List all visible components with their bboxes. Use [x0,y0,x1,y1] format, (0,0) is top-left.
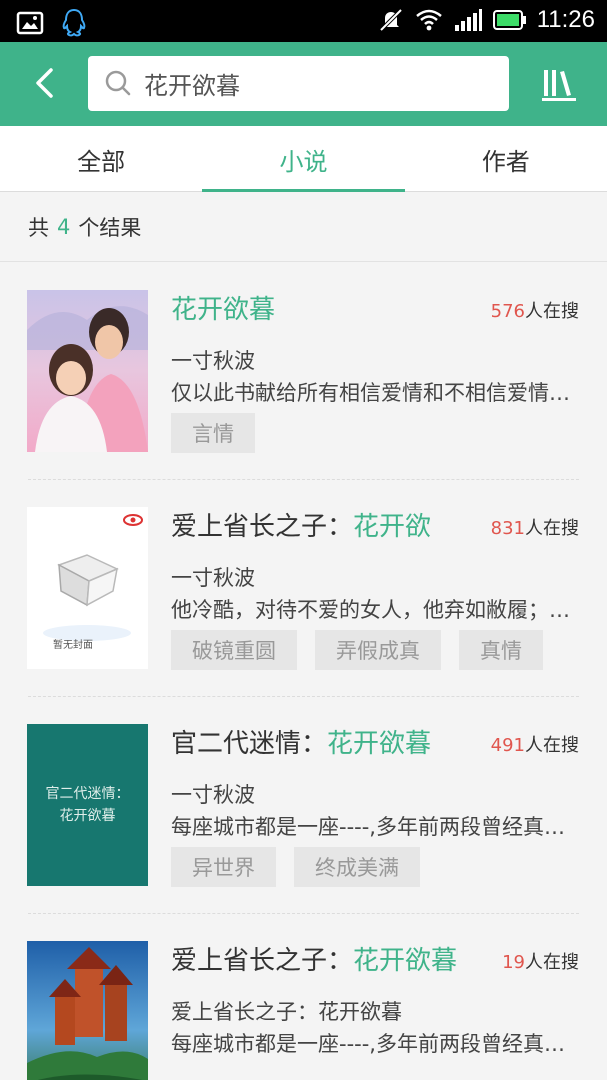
readers-count: 576人在搜 [491,297,579,323]
clock: 11:26 [536,6,595,33]
book-item[interactable]: 爱上省长之子：花开欲暮 19人在搜 爱上省长之子：花开欲暮 每座城市都是一座--… [0,914,607,1080]
tab-novel[interactable]: 小说 [202,126,405,193]
qq-notification-icon [62,8,86,37]
readers-count: 831人在搜 [491,514,579,540]
readers-count: 491人在搜 [491,731,579,757]
book-description: 仅以此书献给所有相信爱情和不相信爱情的人 [171,381,581,405]
battery-icon [492,10,526,30]
no-cover-label: 暂无封面 [53,638,93,651]
tab-all[interactable]: 全部 [0,126,202,192]
search-input[interactable] [144,56,499,111]
book-description: 他冷酷，对待不爱的女人，他弃如敝履；对待 [171,598,581,622]
readers-suffix: 人在搜 [525,301,579,322]
book-title-highlight: 花开欲暮 [327,729,432,759]
tag-list: 异世界 终成美满 [171,847,420,887]
book-author: 一寸秋波 [171,566,255,590]
book-item[interactable]: 花开欲暮 576人在搜 一寸秋波 仅以此书献给所有相信爱情和不相信爱情的人 言情 [0,263,607,480]
result-count: 共 4 个结果 [0,192,607,262]
wifi-icon [415,9,442,31]
book-author: 一寸秋波 [171,349,255,373]
book-cover [27,941,148,1080]
book-title[interactable]: 爱上省长之子：花开欲暮 [171,940,457,977]
book-title-highlight: 花开欲暮 [353,946,458,976]
tag-chip[interactable]: 终成美满 [294,847,420,887]
tab-author[interactable]: 作者 [405,126,607,192]
book-title-text: 官二代迷情： [171,729,328,759]
book-description: 每座城市都是一座----,多年前两段曾经真挚的 [171,1032,581,1056]
readers-number: 831 [490,518,525,539]
readers-count: 19人在搜 [502,948,579,974]
book-cover-placeholder: 暂无封面 [27,507,148,669]
book-item[interactable]: 暂无封面 爱上省长之子：花开欲 831人在搜 一寸秋波 他冷酷，对待不爱的女人，… [0,480,607,697]
result-count-suffix: 个结果 [78,215,142,240]
book-list: 花开欲暮 576人在搜 一寸秋波 仅以此书献给所有相信爱情和不相信爱情的人 言情 [0,263,607,1080]
book-title[interactable]: 花开欲暮 [171,289,275,326]
book-title-highlight: 花开欲暮 [171,295,276,325]
status-bar: 11:26 [0,0,607,42]
readers-suffix: 人在搜 [525,518,579,539]
tag-chip[interactable]: 弄假成真 [315,630,441,670]
readers-number: 576 [490,301,525,322]
readers-number: 491 [490,735,525,756]
readers-suffix: 人在搜 [525,952,579,973]
tag-chip[interactable]: 真情 [459,630,543,670]
gallery-notification-icon [16,11,44,35]
book-title-text: 爱上省长之子： [171,946,354,976]
tag-chip[interactable]: 异世界 [171,847,276,887]
result-count-prefix: 共 [28,215,49,240]
book-title[interactable]: 爱上省长之子：花开欲 [171,506,431,543]
book-cover-text: 官二代迷情： 花开欲暮 [27,724,148,886]
bookshelf-icon[interactable] [538,62,582,106]
category-tabs: 全部 小说 作者 [0,126,607,193]
book-title-highlight: 花开欲 [353,512,432,542]
cover-title-line1: 官二代迷情： [45,786,130,802]
search-icon [105,70,131,96]
readers-suffix: 人在搜 [525,735,579,756]
cover-title-line2: 花开欲暮 [59,808,116,824]
tag-list: 破镜重圆 弄假成真 真情 [171,630,543,670]
book-title-text: 爱上省长之子： [171,512,354,542]
book-author: 爱上省长之子：花开欲暮 [171,1000,402,1024]
book-cover [27,290,148,452]
book-author: 一寸秋波 [171,783,255,807]
book-item[interactable]: 官二代迷情： 花开欲暮 官二代迷情：花开欲暮 491人在搜 一寸秋波 每座城市都… [0,697,607,914]
tag-chip[interactable]: 言情 [171,413,255,453]
back-arrow-icon[interactable] [24,62,66,104]
search-toolbar [0,42,607,126]
tag-list: 言情 [171,413,255,453]
mute-icon [379,8,403,32]
readers-number: 19 [502,952,525,973]
result-count-number: 4 [57,214,71,239]
book-title[interactable]: 官二代迷情：花开欲暮 [171,723,431,760]
search-box[interactable] [88,56,509,111]
signal-icon [454,9,482,31]
book-description: 每座城市都是一座----,多年前两段曾经真挚的 [171,815,581,839]
tag-chip[interactable]: 破镜重圆 [171,630,297,670]
